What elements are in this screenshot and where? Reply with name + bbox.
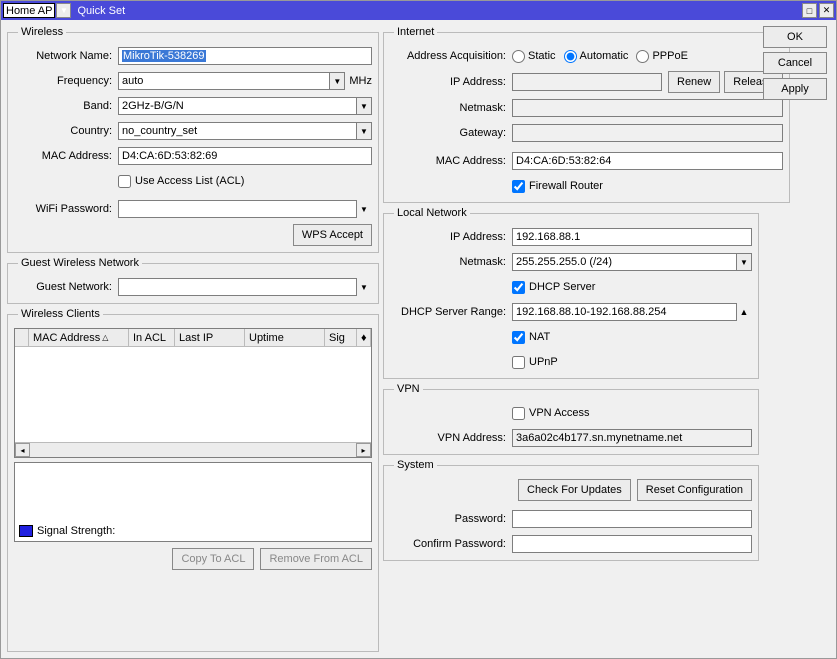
network-name-label: Network Name: (14, 50, 118, 62)
internet-legend: Internet (394, 26, 437, 38)
firewall-checkbox[interactable]: Firewall Router (512, 180, 603, 193)
sys-cpw-label: Confirm Password: (390, 538, 512, 550)
col-mac[interactable]: MAC Address△ (29, 329, 129, 346)
frequency-input[interactable] (118, 72, 330, 90)
sys-pw-input[interactable] (512, 510, 752, 528)
int-ip-label: IP Address: (390, 76, 512, 88)
wireless-legend: Wireless (18, 26, 66, 38)
col-sig[interactable]: Sig (325, 329, 357, 346)
use-acl-check[interactable] (118, 175, 131, 188)
acq-label: Address Acquisition: (390, 50, 512, 62)
int-gateway-input (512, 124, 783, 142)
country-label: Country: (14, 125, 118, 137)
check-updates-button[interactable]: Check For Updates (518, 479, 631, 501)
wifi-pw-label: WiFi Password: (14, 203, 118, 215)
int-netmask-input (512, 99, 783, 117)
local-legend: Local Network (394, 207, 470, 219)
signal-chart: Signal Strength: (14, 462, 372, 542)
system-group: System Check For Updates Reset Configura… (383, 459, 759, 561)
int-mac-label: MAC Address: (390, 155, 512, 167)
col-blank[interactable] (15, 329, 29, 346)
country-dropdown-icon[interactable]: ▼ (356, 122, 372, 140)
band-input[interactable] (118, 97, 357, 115)
int-mac-input[interactable] (512, 152, 783, 170)
clients-table[interactable]: MAC Address△ In ACL Last IP Uptime Sig ♦… (14, 328, 372, 458)
clients-legend: Wireless Clients (18, 308, 103, 320)
frequency-unit: MHz (345, 75, 372, 87)
col-scroll[interactable]: ♦ (357, 329, 371, 346)
ok-button[interactable]: OK (763, 26, 827, 48)
clients-hscroll[interactable]: ◂ ▸ (15, 442, 371, 457)
acq-static[interactable]: Static (512, 50, 556, 63)
col-lastip[interactable]: Last IP (175, 329, 245, 346)
loc-ip-label: IP Address: (390, 231, 512, 243)
system-legend: System (394, 459, 437, 471)
signal-label: Signal Strength: (37, 525, 115, 537)
clients-header: MAC Address△ In ACL Last IP Uptime Sig ♦ (15, 329, 371, 347)
use-acl-checkbox[interactable]: Use Access List (ACL) (118, 175, 244, 188)
band-dropdown-icon[interactable]: ▼ (356, 97, 372, 115)
col-uptime[interactable]: Uptime (245, 329, 325, 346)
guest-group: Guest Wireless Network Guest Network: ▼ (7, 257, 379, 304)
guest-label: Guest Network: (14, 281, 118, 293)
mode-select[interactable]: Home AP (3, 3, 55, 18)
loc-ip-input[interactable] (512, 228, 752, 246)
loc-netmask-dropdown-icon[interactable]: ▼ (736, 253, 752, 271)
dhcp-range-label: DHCP Server Range: (390, 306, 512, 318)
acq-auto[interactable]: Automatic (564, 50, 629, 63)
dhcp-range-collapse-icon[interactable]: ▲ (736, 303, 752, 321)
acq-pppoe[interactable]: PPPoE (636, 50, 687, 63)
minimize-button[interactable]: □ (802, 3, 817, 18)
renew-button[interactable]: Renew (668, 71, 720, 93)
guest-input[interactable] (118, 278, 357, 296)
col-inacl[interactable]: In ACL (129, 329, 175, 346)
reset-config-button[interactable]: Reset Configuration (637, 479, 752, 501)
wps-accept-button[interactable]: WPS Accept (293, 224, 372, 246)
int-ip-input (512, 73, 662, 91)
close-button[interactable]: ✕ (819, 3, 834, 18)
wireless-group: Wireless Network Name: MikroTik-538269 F… (7, 26, 379, 253)
guest-legend: Guest Wireless Network (18, 257, 142, 269)
remove-from-acl-button[interactable]: Remove From ACL (260, 548, 372, 570)
band-label: Band: (14, 100, 118, 112)
country-input[interactable] (118, 122, 357, 140)
mode-select-dropdown-icon[interactable]: ▼ (56, 3, 71, 18)
quickset-window: Home AP ▼ Quick Set □ ✕ Wireless Network… (0, 0, 837, 659)
wifi-pw-expand-icon[interactable]: ▼ (356, 200, 372, 218)
scroll-left-icon[interactable]: ◂ (15, 443, 30, 457)
upnp-checkbox[interactable]: UPnP (512, 356, 558, 369)
sys-cpw-input[interactable] (512, 535, 752, 553)
cancel-button[interactable]: Cancel (763, 52, 827, 74)
dhcp-range-input[interactable] (512, 303, 737, 321)
signal-swatch (19, 525, 33, 537)
vpn-addr-label: VPN Address: (390, 432, 512, 444)
vpn-group: VPN VPN Access VPN Address: (383, 383, 759, 455)
sys-pw-label: Password: (390, 513, 512, 525)
copy-to-acl-button[interactable]: Copy To ACL (172, 548, 254, 570)
vpn-access-checkbox[interactable]: VPN Access (512, 407, 590, 420)
loc-netmask-input[interactable] (512, 253, 737, 271)
window-title: Quick Set (75, 5, 802, 17)
int-netmask-label: Netmask: (390, 102, 512, 114)
vpn-addr-input (512, 429, 752, 447)
frequency-label: Frequency: (14, 75, 118, 87)
loc-netmask-label: Netmask: (390, 256, 512, 268)
network-name-input[interactable]: MikroTik-538269 (118, 47, 372, 65)
clients-group: Wireless Clients MAC Address△ In ACL Las… (7, 308, 379, 652)
local-group: Local Network IP Address: Netmask: ▼ DHC… (383, 207, 759, 379)
internet-group: Internet Address Acquisition: Static Aut… (383, 26, 790, 203)
dhcp-checkbox[interactable]: DHCP Server (512, 281, 595, 294)
wifi-pw-input[interactable] (118, 200, 357, 218)
int-gateway-label: Gateway: (390, 127, 512, 139)
guest-expand-icon[interactable]: ▼ (356, 278, 372, 296)
wl-mac-input[interactable] (118, 147, 372, 165)
wl-mac-label: MAC Address: (14, 150, 118, 162)
nat-checkbox[interactable]: NAT (512, 331, 550, 344)
scroll-right-icon[interactable]: ▸ (356, 443, 371, 457)
vpn-legend: VPN (394, 383, 423, 395)
acq-radio-group: Static Automatic PPPoE (512, 50, 688, 63)
titlebar: Home AP ▼ Quick Set □ ✕ (1, 1, 836, 20)
frequency-dropdown-icon[interactable]: ▼ (329, 72, 345, 90)
apply-button[interactable]: Apply (763, 78, 827, 100)
